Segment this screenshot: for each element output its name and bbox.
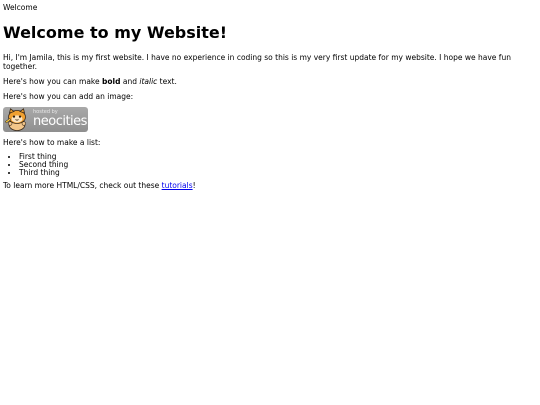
- neocities-cat-icon: [5, 107, 26, 131]
- page-heading: Welcome to my Website!: [3, 23, 228, 42]
- learn-text-after: !: [192, 180, 196, 190]
- list-item: Second thing: [19, 160, 537, 169]
- badge-brand-text: neocities: [33, 113, 87, 129]
- image-intro-paragraph: Here's how you can add an image:: [3, 91, 134, 101]
- list-item: Third thing: [19, 168, 537, 177]
- format-text-before: Here's how you can make: [3, 76, 102, 86]
- learn-text-before: To learn more HTML/CSS, check out these: [3, 180, 162, 190]
- title-text: Welcome: [3, 3, 38, 12]
- example-list: First thing Second thing Third thing: [3, 152, 537, 177]
- intro-paragraph: Hi, I'm Jamila, this is my first website…: [3, 52, 511, 71]
- italic-example: italic: [139, 76, 158, 86]
- learn-more-paragraph: To learn more HTML/CSS, check out these …: [3, 181, 537, 190]
- list-intro-paragraph: Here's how to make a list:: [3, 137, 101, 147]
- format-paragraph: Here's how you can make bold and italic …: [3, 77, 537, 86]
- list-item: First thing: [19, 152, 537, 161]
- format-text-middle: and: [120, 76, 140, 86]
- neocities-badge-image: hosted by neocities: [3, 106, 88, 132]
- bold-example: bold: [102, 76, 121, 86]
- page-content: Welcome Welcome to my Website! Hi, I'm J…: [0, 0, 540, 190]
- format-text-after: text.: [157, 76, 177, 86]
- tutorials-link[interactable]: tutorials: [162, 181, 193, 190]
